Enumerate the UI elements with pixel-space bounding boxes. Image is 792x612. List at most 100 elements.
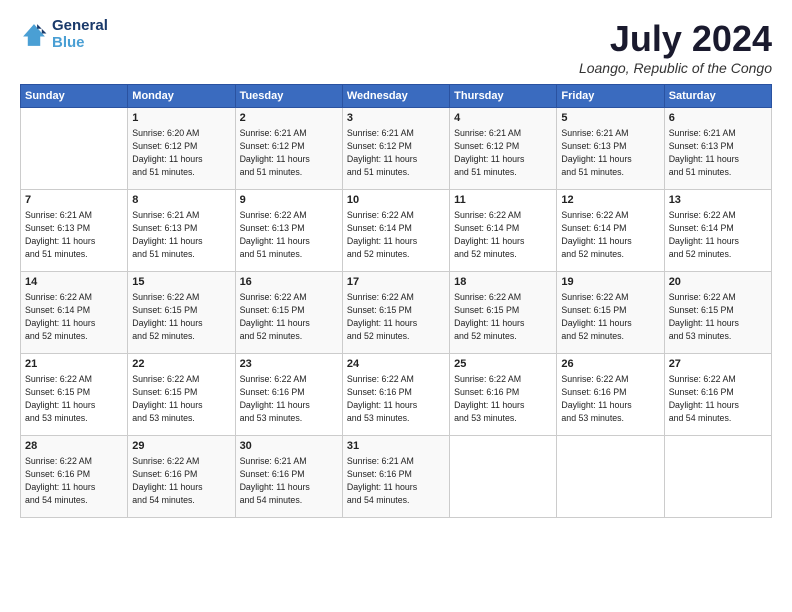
day-number: 27 <box>669 357 767 372</box>
day-info: Sunrise: 6:22 AM Sunset: 6:14 PM Dayligh… <box>454 209 552 260</box>
day-number: 3 <box>347 111 445 126</box>
calendar-cell: 18Sunrise: 6:22 AM Sunset: 6:15 PM Dayli… <box>450 272 557 354</box>
day-number: 7 <box>25 193 123 208</box>
day-number: 22 <box>132 357 230 372</box>
day-number: 10 <box>347 193 445 208</box>
day-info: Sunrise: 6:22 AM Sunset: 6:16 PM Dayligh… <box>669 373 767 424</box>
day-info: Sunrise: 6:22 AM Sunset: 6:15 PM Dayligh… <box>132 373 230 424</box>
page: General Blue July 2024 Loango, Republic … <box>0 0 792 612</box>
col-header-sunday: Sunday <box>21 85 128 108</box>
day-number: 20 <box>669 275 767 290</box>
calendar-cell: 15Sunrise: 6:22 AM Sunset: 6:15 PM Dayli… <box>128 272 235 354</box>
day-number: 11 <box>454 193 552 208</box>
day-number: 19 <box>561 275 659 290</box>
calendar-cell: 17Sunrise: 6:22 AM Sunset: 6:15 PM Dayli… <box>342 272 449 354</box>
day-info: Sunrise: 6:22 AM Sunset: 6:16 PM Dayligh… <box>347 373 445 424</box>
day-info: Sunrise: 6:22 AM Sunset: 6:15 PM Dayligh… <box>347 291 445 342</box>
day-info: Sunrise: 6:21 AM Sunset: 6:13 PM Dayligh… <box>669 127 767 178</box>
day-info: Sunrise: 6:22 AM Sunset: 6:15 PM Dayligh… <box>669 291 767 342</box>
calendar-cell: 28Sunrise: 6:22 AM Sunset: 6:16 PM Dayli… <box>21 436 128 518</box>
calendar-cell <box>21 108 128 190</box>
calendar-cell: 10Sunrise: 6:22 AM Sunset: 6:14 PM Dayli… <box>342 190 449 272</box>
day-info: Sunrise: 6:21 AM Sunset: 6:13 PM Dayligh… <box>25 209 123 260</box>
calendar-week-2: 7Sunrise: 6:21 AM Sunset: 6:13 PM Daylig… <box>21 190 772 272</box>
day-number: 1 <box>132 111 230 126</box>
day-number: 21 <box>25 357 123 372</box>
calendar-cell: 16Sunrise: 6:22 AM Sunset: 6:15 PM Dayli… <box>235 272 342 354</box>
calendar-cell: 4Sunrise: 6:21 AM Sunset: 6:12 PM Daylig… <box>450 108 557 190</box>
calendar-cell: 23Sunrise: 6:22 AM Sunset: 6:16 PM Dayli… <box>235 354 342 436</box>
calendar-table: SundayMondayTuesdayWednesdayThursdayFrid… <box>20 84 772 518</box>
day-number: 28 <box>25 439 123 454</box>
day-info: Sunrise: 6:21 AM Sunset: 6:13 PM Dayligh… <box>561 127 659 178</box>
day-number: 31 <box>347 439 445 454</box>
day-info: Sunrise: 6:22 AM Sunset: 6:15 PM Dayligh… <box>240 291 338 342</box>
calendar-cell: 11Sunrise: 6:22 AM Sunset: 6:14 PM Dayli… <box>450 190 557 272</box>
calendar-cell: 2Sunrise: 6:21 AM Sunset: 6:12 PM Daylig… <box>235 108 342 190</box>
day-number: 25 <box>454 357 552 372</box>
main-title: July 2024 <box>579 18 772 60</box>
day-info: Sunrise: 6:21 AM Sunset: 6:16 PM Dayligh… <box>240 455 338 506</box>
calendar-cell: 29Sunrise: 6:22 AM Sunset: 6:16 PM Dayli… <box>128 436 235 518</box>
day-info: Sunrise: 6:22 AM Sunset: 6:16 PM Dayligh… <box>454 373 552 424</box>
calendar-week-1: 1Sunrise: 6:20 AM Sunset: 6:12 PM Daylig… <box>21 108 772 190</box>
calendar-cell: 7Sunrise: 6:21 AM Sunset: 6:13 PM Daylig… <box>21 190 128 272</box>
day-number: 4 <box>454 111 552 126</box>
day-number: 9 <box>240 193 338 208</box>
day-number: 23 <box>240 357 338 372</box>
logo-text: General Blue <box>52 18 108 51</box>
calendar-cell: 19Sunrise: 6:22 AM Sunset: 6:15 PM Dayli… <box>557 272 664 354</box>
day-info: Sunrise: 6:22 AM Sunset: 6:16 PM Dayligh… <box>561 373 659 424</box>
calendar-cell <box>450 436 557 518</box>
day-number: 15 <box>132 275 230 290</box>
col-header-tuesday: Tuesday <box>235 85 342 108</box>
calendar-cell: 1Sunrise: 6:20 AM Sunset: 6:12 PM Daylig… <box>128 108 235 190</box>
day-number: 8 <box>132 193 230 208</box>
day-info: Sunrise: 6:22 AM Sunset: 6:16 PM Dayligh… <box>25 455 123 506</box>
day-number: 12 <box>561 193 659 208</box>
col-header-monday: Monday <box>128 85 235 108</box>
subtitle: Loango, Republic of the Congo <box>579 60 772 76</box>
day-number: 14 <box>25 275 123 290</box>
logo-icon <box>20 21 48 49</box>
day-info: Sunrise: 6:22 AM Sunset: 6:14 PM Dayligh… <box>25 291 123 342</box>
day-number: 2 <box>240 111 338 126</box>
calendar-cell: 13Sunrise: 6:22 AM Sunset: 6:14 PM Dayli… <box>664 190 771 272</box>
title-block: July 2024 Loango, Republic of the Congo <box>579 18 772 76</box>
day-number: 5 <box>561 111 659 126</box>
header: General Blue July 2024 Loango, Republic … <box>20 18 772 76</box>
calendar-cell: 14Sunrise: 6:22 AM Sunset: 6:14 PM Dayli… <box>21 272 128 354</box>
calendar-cell: 31Sunrise: 6:21 AM Sunset: 6:16 PM Dayli… <box>342 436 449 518</box>
day-info: Sunrise: 6:22 AM Sunset: 6:14 PM Dayligh… <box>669 209 767 260</box>
calendar-week-5: 28Sunrise: 6:22 AM Sunset: 6:16 PM Dayli… <box>21 436 772 518</box>
calendar-cell: 9Sunrise: 6:22 AM Sunset: 6:13 PM Daylig… <box>235 190 342 272</box>
calendar-cell: 3Sunrise: 6:21 AM Sunset: 6:12 PM Daylig… <box>342 108 449 190</box>
logo: General Blue <box>20 18 108 51</box>
col-header-wednesday: Wednesday <box>342 85 449 108</box>
day-info: Sunrise: 6:22 AM Sunset: 6:15 PM Dayligh… <box>454 291 552 342</box>
day-number: 17 <box>347 275 445 290</box>
calendar-cell: 6Sunrise: 6:21 AM Sunset: 6:13 PM Daylig… <box>664 108 771 190</box>
calendar-cell: 27Sunrise: 6:22 AM Sunset: 6:16 PM Dayli… <box>664 354 771 436</box>
day-info: Sunrise: 6:21 AM Sunset: 6:12 PM Dayligh… <box>240 127 338 178</box>
day-info: Sunrise: 6:22 AM Sunset: 6:13 PM Dayligh… <box>240 209 338 260</box>
calendar-cell: 21Sunrise: 6:22 AM Sunset: 6:15 PM Dayli… <box>21 354 128 436</box>
day-info: Sunrise: 6:22 AM Sunset: 6:14 PM Dayligh… <box>561 209 659 260</box>
day-info: Sunrise: 6:21 AM Sunset: 6:12 PM Dayligh… <box>347 127 445 178</box>
day-info: Sunrise: 6:22 AM Sunset: 6:15 PM Dayligh… <box>132 291 230 342</box>
day-info: Sunrise: 6:20 AM Sunset: 6:12 PM Dayligh… <box>132 127 230 178</box>
day-number: 29 <box>132 439 230 454</box>
col-header-saturday: Saturday <box>664 85 771 108</box>
day-info: Sunrise: 6:22 AM Sunset: 6:16 PM Dayligh… <box>132 455 230 506</box>
day-number: 6 <box>669 111 767 126</box>
day-number: 26 <box>561 357 659 372</box>
calendar-cell: 24Sunrise: 6:22 AM Sunset: 6:16 PM Dayli… <box>342 354 449 436</box>
calendar-cell: 22Sunrise: 6:22 AM Sunset: 6:15 PM Dayli… <box>128 354 235 436</box>
day-info: Sunrise: 6:21 AM Sunset: 6:13 PM Dayligh… <box>132 209 230 260</box>
calendar-week-3: 14Sunrise: 6:22 AM Sunset: 6:14 PM Dayli… <box>21 272 772 354</box>
calendar-cell: 8Sunrise: 6:21 AM Sunset: 6:13 PM Daylig… <box>128 190 235 272</box>
calendar-cell: 20Sunrise: 6:22 AM Sunset: 6:15 PM Dayli… <box>664 272 771 354</box>
calendar-cell <box>557 436 664 518</box>
calendar-cell: 25Sunrise: 6:22 AM Sunset: 6:16 PM Dayli… <box>450 354 557 436</box>
col-header-thursday: Thursday <box>450 85 557 108</box>
